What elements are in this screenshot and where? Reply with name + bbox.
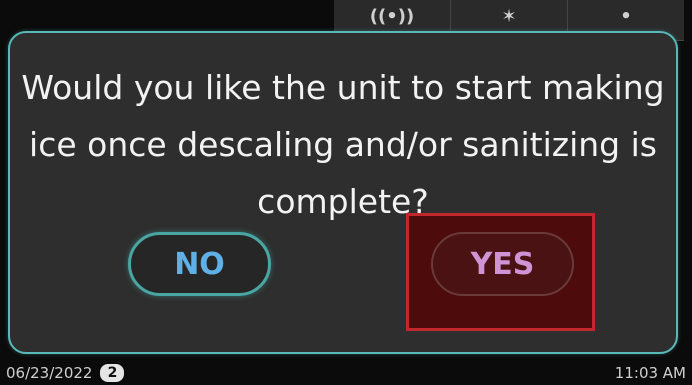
yes-button[interactable]: YES [431, 232, 574, 296]
notification-badge[interactable]: 2 [100, 364, 125, 382]
status-bar: 06/23/2022 2 11:03 AM [0, 361, 692, 385]
no-button[interactable]: NO [128, 232, 271, 296]
ice-maker-screen: ((•)) ✶ • Would you like the unit to sta… [0, 0, 692, 385]
left-status-group: 06/23/2022 2 [6, 364, 125, 382]
dialog-question: Would you like the unit to start making … [21, 68, 665, 221]
time-text: 11:03 AM [614, 364, 686, 382]
confirmation-dialog: Would you like the unit to start making … [8, 31, 678, 354]
date-text: 06/23/2022 [6, 364, 93, 382]
